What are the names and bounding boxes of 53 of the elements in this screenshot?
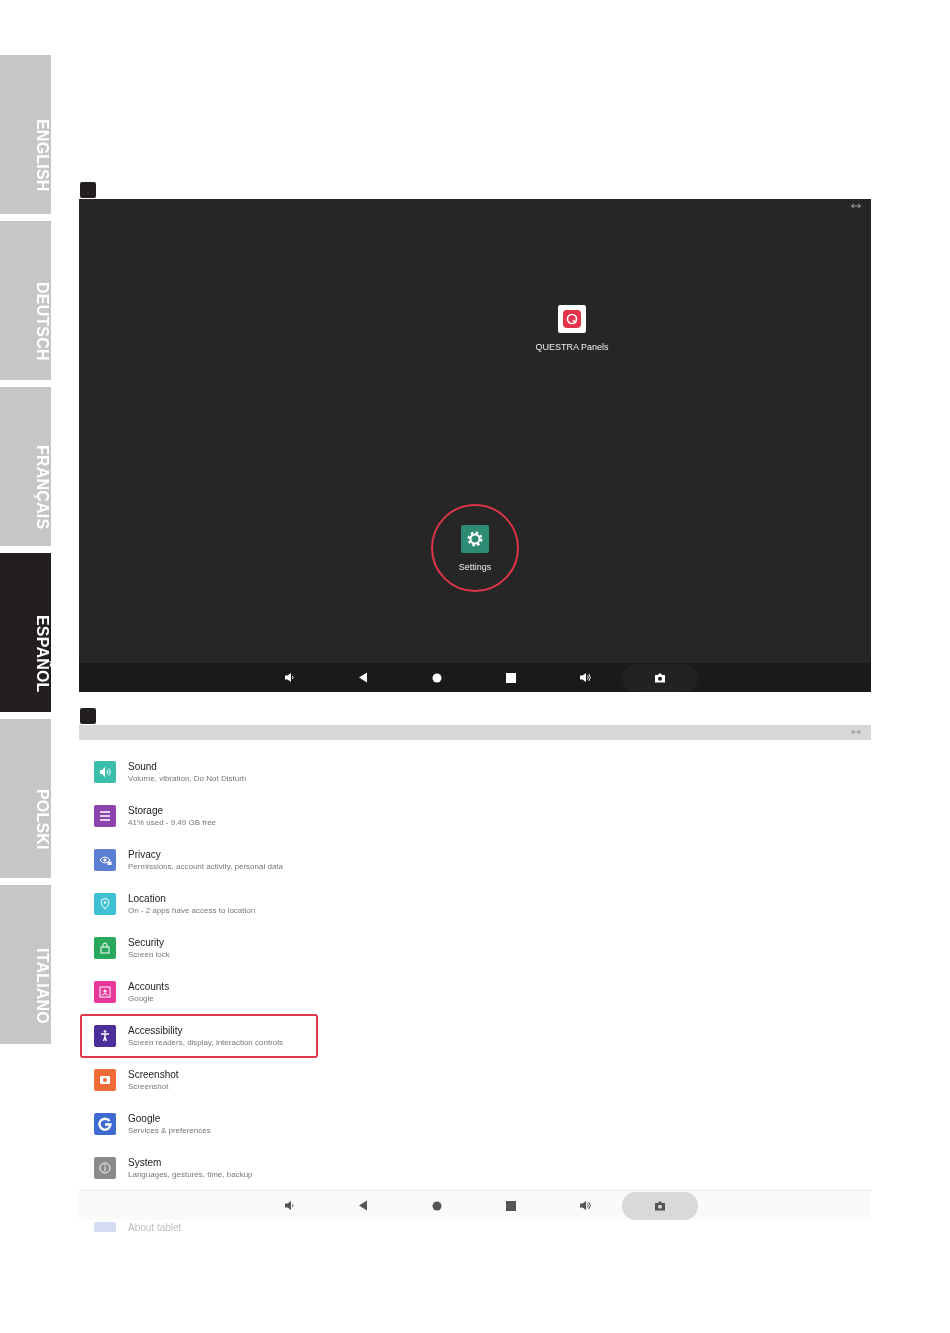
- settings-item[interactable]: Location On - 2 apps have access to location: [80, 882, 318, 926]
- item-subtitle: Services & preferences: [128, 1126, 211, 1135]
- item-subtitle: Screen lock: [128, 950, 170, 959]
- back-icon[interactable]: [358, 1200, 368, 1211]
- home-icon[interactable]: [432, 1200, 442, 1211]
- recents-icon[interactable]: [506, 672, 516, 683]
- recents-icon[interactable]: [506, 1200, 516, 1211]
- settings-item[interactable]: Privacy Permissions, account activity, personal data: [80, 838, 318, 882]
- camera-icon: [654, 672, 666, 683]
- settings-item[interactable]: Security Screen lock: [80, 926, 318, 970]
- settings-item[interactable]: Accounts Google: [80, 970, 318, 1014]
- camera-icon: [654, 1200, 666, 1211]
- screenshot-button[interactable]: [622, 663, 698, 692]
- resize-arrows-icon: [851, 729, 861, 735]
- settings-item[interactable]: Sound Volume, vibration, Do Not Disturb: [80, 750, 318, 794]
- item-subtitle: Screen readers, display, interaction controls: [128, 1038, 284, 1047]
- resize-arrows-icon: [851, 203, 861, 209]
- home-icon[interactable]: [432, 672, 442, 683]
- step-marker: [80, 708, 96, 724]
- app-label: Settings: [458, 562, 492, 572]
- item-subtitle: On - 2 apps have access to location: [128, 906, 256, 915]
- item-title: Privacy: [128, 849, 162, 860]
- item-title: System: [128, 1157, 163, 1168]
- item-subtitle: Permissions, account activity, personal data: [128, 862, 284, 871]
- back-icon[interactable]: [358, 672, 368, 683]
- item-subtitle: 41% used - 9.49 GB free: [128, 818, 217, 827]
- settings-icon[interactable]: [461, 525, 489, 553]
- item-title: Accessibility: [128, 1025, 184, 1036]
- item-subtitle: Languages, gestures, time, backup: [128, 1170, 253, 1179]
- settings-item[interactable]: System Languages, gestures, time, backup: [80, 1146, 318, 1190]
- item-title: Storage: [128, 805, 165, 816]
- volume-down-icon[interactable]: [283, 1200, 295, 1211]
- item-title: About tablet: [128, 1221, 182, 1233]
- item-subtitle: Google: [128, 994, 155, 1003]
- language-tab[interactable]: ESPAÑOL: [0, 553, 51, 712]
- settings-item[interactable]: Screenshot Screenshot: [80, 1058, 318, 1102]
- item-title: Screenshot: [128, 1069, 179, 1080]
- volume-up-icon[interactable]: [579, 672, 591, 683]
- screenshot-button[interactable]: [622, 1191, 698, 1220]
- app-label: QUESTRA Panels: [535, 342, 609, 352]
- item-title: Google: [128, 1113, 162, 1124]
- item-title: Security: [128, 937, 166, 948]
- item-title: Location: [128, 893, 167, 904]
- volume-up-icon[interactable]: [579, 1200, 591, 1211]
- settings-item[interactable]: Accessibility Screen readers, display, interaction controls: [80, 1014, 318, 1058]
- app-icon[interactable]: [558, 305, 586, 333]
- settings-item[interactable]: Google Services & preferences: [80, 1102, 318, 1146]
- item-title: Sound: [128, 761, 158, 772]
- settings-item[interactable]: Storage 41% used - 9.49 GB free: [80, 794, 318, 838]
- item-title: Accounts: [128, 981, 170, 992]
- item-subtitle: Screenshot: [128, 1082, 170, 1091]
- volume-down-icon[interactable]: [283, 672, 295, 683]
- item-subtitle: Volume, vibration, Do Not Disturb: [128, 774, 247, 783]
